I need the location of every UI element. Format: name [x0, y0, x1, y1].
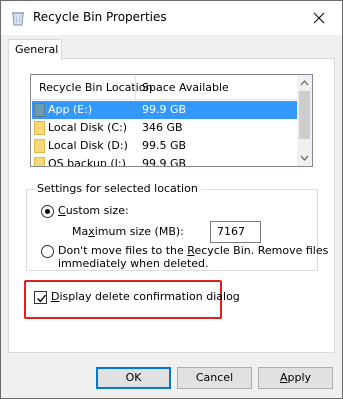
custom-size-radio[interactable]	[41, 205, 54, 218]
display-confirmation-label[interactable]: Display delete confirmation dialog	[51, 290, 240, 303]
space-available: 99.9 GB	[142, 103, 187, 116]
display-confirmation-checkbox[interactable]	[34, 291, 47, 304]
recycle-bin-icon	[11, 10, 25, 26]
ok-button[interactable]: OK	[96, 367, 171, 389]
folder-icon	[34, 103, 45, 117]
window-title: Recycle Bin Properties	[33, 10, 167, 24]
recycle-bin-location-list[interactable]: Recycle Bin Location Space Available App…	[30, 74, 313, 167]
close-icon	[313, 12, 325, 24]
recycle-bin-properties-dialog: Recycle Bin Properties General Recycle B…	[0, 0, 343, 399]
dont-move-radio[interactable]	[41, 245, 54, 258]
location-name: App (E:)	[48, 103, 93, 116]
scroll-up-icon[interactable]	[300, 79, 309, 87]
dont-move-label-line1[interactable]: Don't move files to the Recycle Bin. Rem…	[58, 244, 328, 257]
apply-button[interactable]: Apply	[258, 367, 333, 389]
general-tab-panel: Recycle Bin Location Space Available App…	[8, 58, 335, 353]
close-button[interactable]	[296, 1, 342, 35]
location-name: Local Disk (C:)	[48, 121, 128, 134]
max-size-input[interactable]: 7167	[210, 221, 261, 243]
column-separator[interactable]	[135, 75, 136, 100]
settings-group-legend: Settings for selected location	[34, 182, 201, 195]
space-available: 99.5 GB	[142, 139, 187, 152]
scroll-down-icon[interactable]	[300, 154, 309, 162]
custom-size-label[interactable]: Custom size:	[58, 204, 129, 217]
folder-icon	[34, 121, 45, 135]
column-header-space[interactable]: Space Available	[142, 81, 229, 94]
scrollbar-thumb[interactable]	[299, 91, 310, 139]
list-item[interactable]: App (E:) 99.9 GB	[32, 101, 298, 119]
list-header: Recycle Bin Location Space Available	[31, 75, 298, 100]
list-item[interactable]: Local Disk (D:) 99.5 GB	[32, 137, 298, 155]
folder-icon	[34, 139, 45, 153]
space-available: 99.9 GB	[142, 157, 187, 167]
settings-group: Settings for selected location Custom si…	[26, 182, 328, 271]
title-bar[interactable]: Recycle Bin Properties	[1, 1, 342, 35]
checkmark-icon	[37, 294, 47, 303]
list-item[interactable]: Local Disk (C:) 346 GB	[32, 119, 298, 137]
tab-bar: General	[1, 35, 342, 60]
space-available: 346 GB	[142, 121, 183, 134]
list-item[interactable]: OS backup (I:) 99.9 GB	[32, 155, 298, 167]
tab-general[interactable]: General	[8, 39, 62, 60]
location-name: Local Disk (D:)	[48, 139, 128, 152]
cancel-button[interactable]: Cancel	[177, 367, 252, 389]
vertical-scrollbar[interactable]	[297, 75, 312, 166]
location-name: OS backup (I:)	[48, 157, 126, 167]
dont-move-label-line2[interactable]: immediately when deleted.	[58, 257, 209, 270]
folder-icon	[34, 157, 45, 166]
max-size-label: Maximum size (MB):	[72, 225, 184, 238]
